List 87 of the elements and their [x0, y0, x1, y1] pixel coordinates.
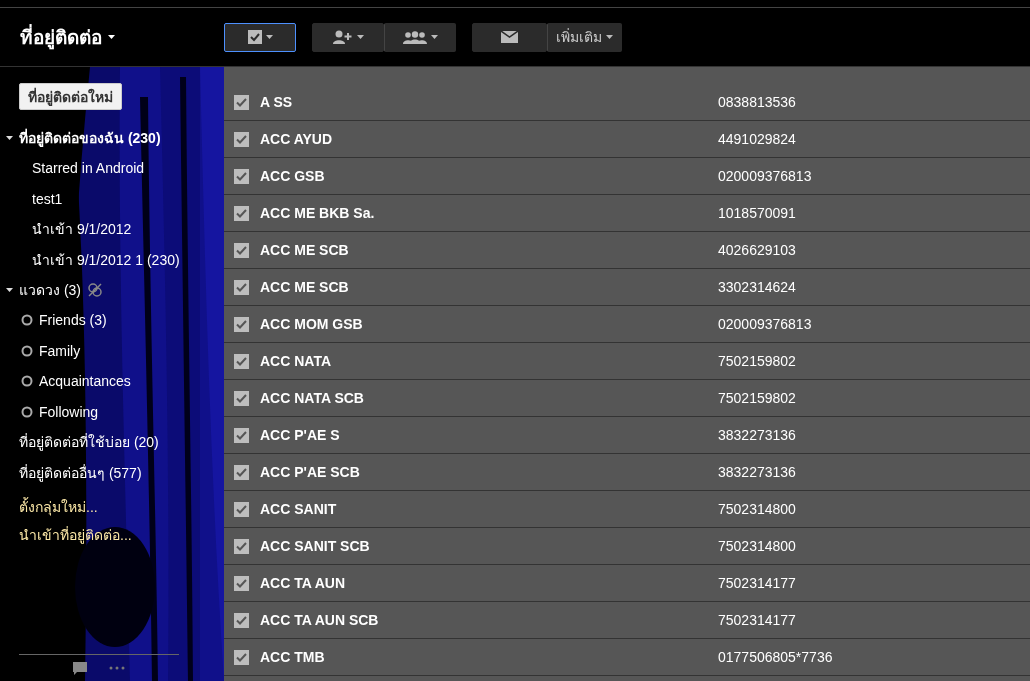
sidebar-item[interactable]: นำเข้า 9/1/2012 1 (230) — [32, 248, 180, 271]
sidebar-item[interactable]: Starred in Android — [32, 160, 145, 177]
contact-phone: 7502159802 — [718, 353, 796, 369]
more-button[interactable]: เพิ่มเติม — [547, 22, 622, 52]
row-checkbox[interactable] — [234, 501, 249, 517]
caret-icon — [108, 35, 115, 39]
row-checkbox[interactable] — [234, 612, 249, 628]
contact-name[interactable]: ACC ME SCB — [260, 279, 718, 295]
caret-icon — [356, 35, 364, 39]
circle-icon — [21, 344, 33, 357]
contact-name[interactable]: ACC TA AUN SCB — [260, 612, 718, 628]
add-person-icon — [332, 30, 353, 44]
email-button[interactable] — [472, 22, 547, 52]
expand-triangle-icon[interactable] — [6, 287, 13, 293]
checkbox-icon — [247, 30, 262, 44]
chat-icon[interactable] — [73, 661, 87, 675]
contact-name[interactable]: ACC P'AE SCB — [260, 464, 718, 480]
row-checkbox[interactable] — [234, 279, 249, 295]
sidebar-link[interactable]: ตั้งกลุ่มใหม่... — [19, 496, 98, 518]
contact-name[interactable]: ACC ME BKB Sa. — [260, 205, 718, 221]
contact-phone: 4491029824 — [718, 131, 796, 147]
sidebar-item[interactable]: Following — [39, 403, 99, 420]
envelope-icon — [501, 31, 518, 43]
row-checkbox[interactable] — [234, 464, 249, 480]
add-to-group-button[interactable] — [384, 22, 456, 52]
circle-icon — [21, 314, 33, 327]
contact-phone: 7502314177 — [718, 575, 796, 591]
linked-circles-icon — [87, 282, 103, 298]
row-checkbox[interactable] — [234, 316, 249, 332]
contact-name[interactable]: ACC P'AE S — [260, 427, 718, 443]
contact-phone: 3832273136 — [718, 427, 796, 443]
new-contact-button[interactable]: ที่อยู่ติดต่อใหม่ — [19, 83, 122, 110]
sidebar-item[interactable]: Friends (3) — [39, 312, 107, 329]
contact-phone: 7502314800 — [718, 538, 796, 554]
expand-triangle-icon[interactable] — [6, 135, 13, 141]
row-checkbox[interactable] — [234, 538, 249, 554]
add-contact-button[interactable] — [312, 22, 384, 52]
contact-phone: 0177506805*7736 — [718, 649, 833, 665]
sidebar-item[interactable]: ที่อยู่ติดต่ออื่นๆ (577) — [19, 461, 142, 484]
contact-name[interactable]: ACC ME SCB — [260, 242, 718, 258]
row-checkbox[interactable] — [234, 649, 249, 665]
sidebar-section[interactable]: แวดวง (3) — [19, 279, 81, 301]
select-button[interactable] — [224, 22, 296, 52]
row-checkbox[interactable] — [234, 168, 249, 184]
caret-icon — [430, 35, 438, 39]
circle-icon — [21, 375, 33, 388]
sidebar-item[interactable]: ที่อยู่ติดต่อที่ใช้บ่อย (20) — [19, 431, 159, 454]
contact-phone: 3832273136 — [718, 464, 796, 480]
sidebar-item[interactable]: Acquaintances — [39, 373, 131, 390]
sidebar-section[interactable]: ที่อยู่ติดต่อของฉัน (230) — [19, 127, 161, 149]
contact-name[interactable]: ACC NATA SCB — [260, 390, 718, 406]
contact-name[interactable]: A SS — [260, 94, 718, 110]
row-checkbox[interactable] — [234, 427, 249, 443]
row-checkbox[interactable] — [234, 131, 249, 147]
sidebar-item[interactable]: test1 — [32, 190, 63, 207]
sidebar-link[interactable]: นำเข้าที่อยู่ติดต่อ... — [19, 524, 132, 546]
row-checkbox[interactable] — [234, 575, 249, 591]
contact-name[interactable]: ACC GSB — [260, 168, 718, 184]
contact-phone: 4026629103 — [718, 242, 796, 258]
contact-name[interactable]: ACC AYUD — [260, 131, 718, 147]
more-icon[interactable] — [109, 666, 125, 670]
contact-phone: 1018570091 — [718, 205, 796, 221]
contact-phone: 3302314624 — [718, 279, 796, 295]
contact-name[interactable]: ACC NATA — [260, 353, 718, 369]
contact-phone: 7502159802 — [718, 390, 796, 406]
contact-phone: 0838813536 — [718, 94, 796, 110]
contact-name[interactable]: ACC TA AUN — [260, 575, 718, 591]
sidebar-item[interactable]: นำเข้า 9/1/2012 — [32, 218, 132, 241]
contact-name[interactable]: ACC SANIT SCB — [260, 538, 718, 554]
row-checkbox[interactable] — [234, 242, 249, 258]
contact-phone: 020009376813 — [718, 316, 812, 332]
row-checkbox[interactable] — [234, 353, 249, 369]
caret-icon — [265, 35, 273, 39]
row-checkbox[interactable] — [234, 205, 249, 221]
contact-phone: 020009376813 — [718, 168, 812, 184]
contact-name[interactable]: ACC TMB — [260, 649, 718, 665]
row-checkbox[interactable] — [234, 390, 249, 406]
sidebar-item[interactable]: Family — [39, 342, 81, 359]
contact-name[interactable]: ACC MOM GSB — [260, 316, 718, 332]
contact-name[interactable]: ACC SANIT — [260, 501, 718, 517]
caret-icon — [606, 35, 613, 39]
people-icon — [402, 30, 427, 44]
row-checkbox[interactable] — [234, 94, 249, 110]
circle-icon — [21, 405, 33, 418]
contact-phone: 7502314177 — [718, 612, 796, 628]
contact-phone: 7502314800 — [718, 501, 796, 517]
page-title[interactable]: ที่อยู่ติดต่อ — [20, 22, 102, 52]
